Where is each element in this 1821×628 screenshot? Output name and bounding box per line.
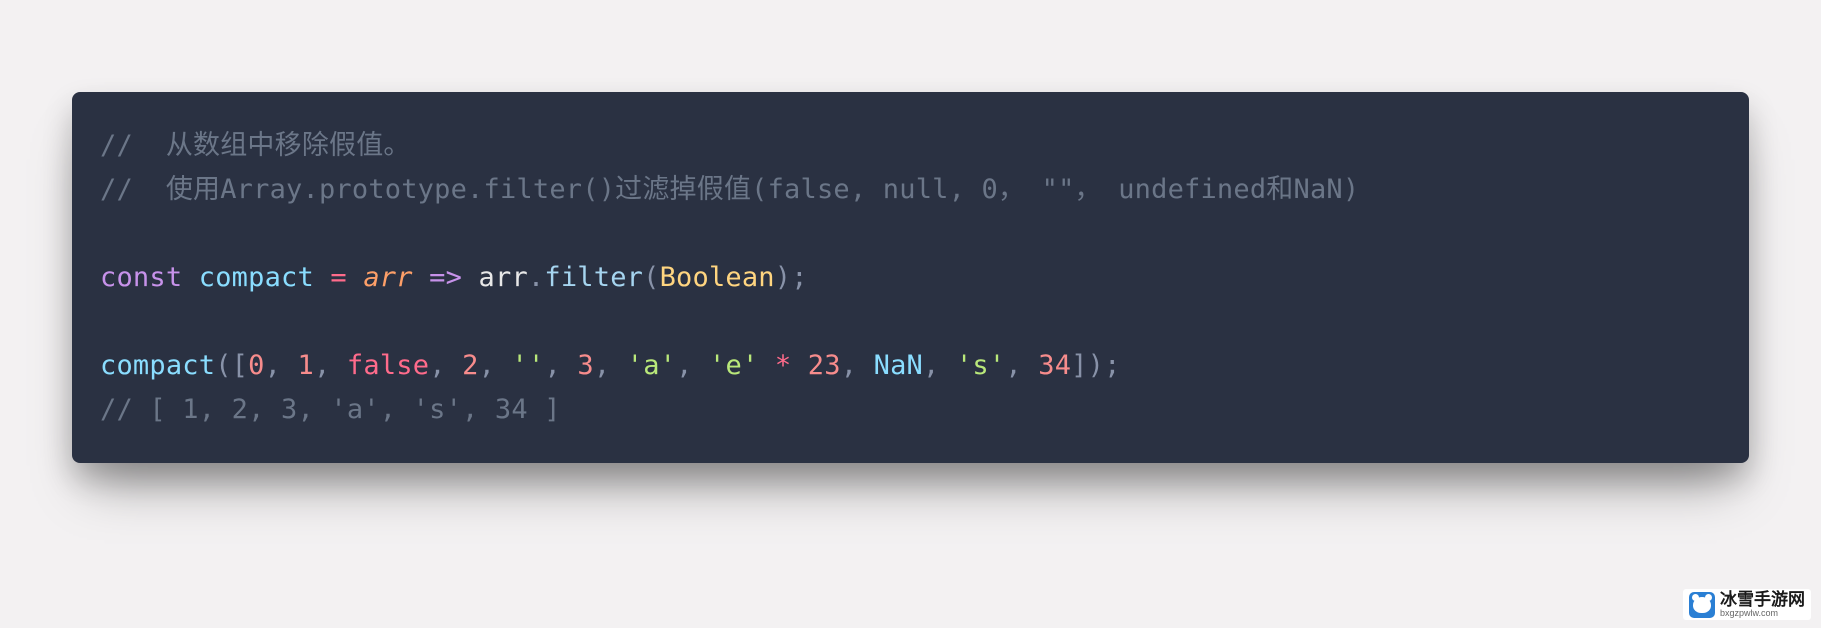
watermark-title: 冰雪手游网 — [1720, 591, 1805, 608]
paren-open: ( — [215, 350, 231, 381]
function-name: compact — [199, 262, 314, 293]
paren-close: ) — [775, 262, 791, 293]
comma: , — [544, 350, 577, 381]
code-line-comment-2: // 使用Array.prototype.filter()过滤掉假值(false… — [100, 168, 1721, 212]
comment-text: // 从数组中移除假值。 — [100, 130, 411, 161]
number-1: 1 — [298, 350, 314, 381]
watermark-url: bxgzpwlw.com — [1720, 609, 1778, 618]
bracket-open: [ — [232, 350, 248, 381]
bear-icon — [1693, 597, 1711, 613]
comma: , — [676, 350, 709, 381]
boolean-false: false — [347, 350, 429, 381]
bracket-close: ] — [1071, 350, 1087, 381]
comma: , — [841, 350, 874, 381]
comma: , — [314, 350, 347, 381]
blank-line — [100, 300, 1721, 344]
code-line-comment-1: // 从数组中移除假值。 — [100, 124, 1721, 168]
string-a: 'a' — [627, 350, 676, 381]
identifier-arr: arr — [479, 262, 528, 293]
operator-eq: = — [314, 262, 363, 293]
code-block: // 从数组中移除假值。 // 使用Array.prototype.filter… — [72, 92, 1749, 463]
string-s: 's' — [956, 350, 1005, 381]
comma: , — [1005, 350, 1038, 381]
paren-close: ) — [1088, 350, 1104, 381]
comma: , — [923, 350, 956, 381]
operator-arrow: => — [413, 262, 479, 293]
comma: , — [479, 350, 512, 381]
comma: , — [429, 350, 462, 381]
param-arr: arr — [363, 262, 412, 293]
semicolon: ; — [791, 262, 807, 293]
nan-literal: NaN — [874, 350, 923, 381]
semicolon: ; — [1104, 350, 1120, 381]
comment-text: // [ 1, 2, 3, 'a', 's', 34 ] — [100, 394, 561, 425]
class-boolean: Boolean — [660, 262, 775, 293]
comment-text: // 使用Array.prototype.filter()过滤掉假值(false… — [100, 174, 1359, 205]
number-3: 3 — [577, 350, 593, 381]
number-0: 0 — [248, 350, 264, 381]
dot: . — [528, 262, 544, 293]
paren-open: ( — [643, 262, 659, 293]
string-empty: '' — [512, 350, 545, 381]
method-filter: filter — [544, 262, 643, 293]
comma: , — [265, 350, 298, 381]
watermark-text-group: 冰雪手游网 bxgzpwlw.com — [1720, 591, 1805, 618]
number-23: 23 — [808, 350, 841, 381]
watermark: 冰雪手游网 bxgzpwlw.com — [1683, 589, 1811, 620]
function-call: compact — [100, 350, 215, 381]
number-34: 34 — [1038, 350, 1071, 381]
keyword-const: const — [100, 262, 182, 293]
number-2: 2 — [462, 350, 478, 381]
comma: , — [594, 350, 627, 381]
code-line-definition: const compact = arr => arr.filter(Boolea… — [100, 256, 1721, 300]
operator-star: * — [758, 350, 807, 381]
code-line-call: compact([0, 1, false, 2, '', 3, 'a', 'e'… — [100, 344, 1721, 388]
watermark-logo-icon — [1689, 592, 1715, 618]
string-e: 'e' — [709, 350, 758, 381]
blank-line — [100, 212, 1721, 256]
code-line-comment-result: // [ 1, 2, 3, 'a', 's', 34 ] — [100, 388, 1721, 432]
